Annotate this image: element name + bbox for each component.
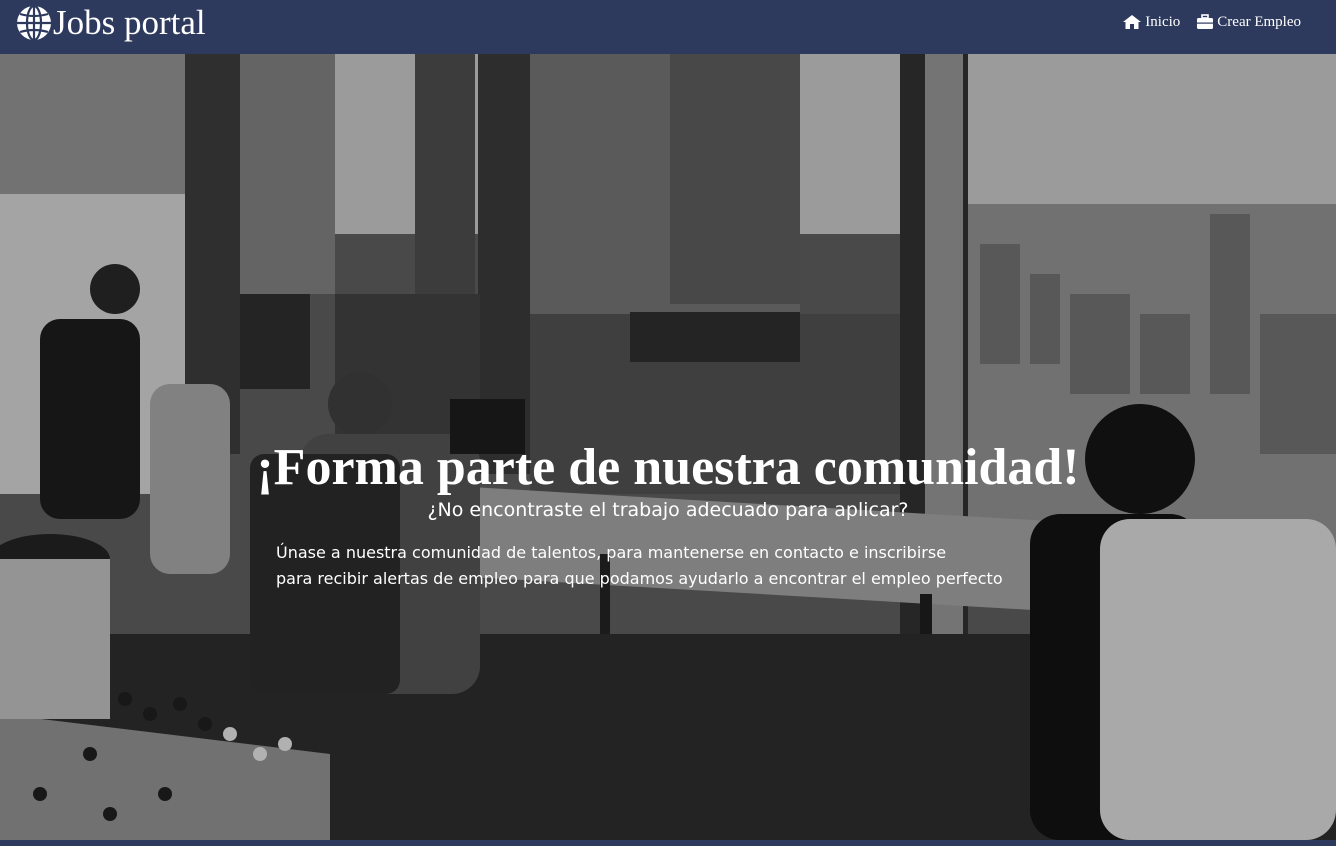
globe-icon: [17, 4, 51, 42]
nav-link-inicio[interactable]: Inicio: [1122, 14, 1180, 31]
hero-body-line-2: para recibir alertas de empleo para que …: [276, 569, 1003, 588]
nav-link-label: Crear Empleo: [1217, 13, 1301, 30]
nav-link-label: Inicio: [1145, 13, 1181, 30]
hero-body: Únase a nuestra comunidad de talentos, p…: [276, 540, 1076, 592]
hero-banner: ¡Forma parte de nuestra comunidad!: [0, 54, 1336, 840]
brand-title: Jobs portal: [53, 3, 206, 42]
bottom-bar: [0, 840, 1336, 846]
nav-link-crear-empleo[interactable]: Crear Empleo: [1196, 14, 1301, 31]
home-icon: [1123, 15, 1142, 29]
navbar: Jobs portal Inicio Crear Empleo: [0, 0, 1336, 54]
hero-subtitle: ¿No encontraste el trabajo adecuado para…: [0, 498, 1336, 522]
brand-link[interactable]: Jobs portal: [15, 2, 206, 44]
hero-body-line-1: Únase a nuestra comunidad de talentos, p…: [276, 543, 947, 562]
hero-subtitle-text: ¿No encontraste el trabajo adecuado para…: [427, 499, 909, 521]
hero-title: ¡Forma parte de nuestra comunidad!: [256, 439, 1080, 496]
briefcase-icon: [1197, 14, 1214, 29]
nav-links: Inicio Crear Empleo: [1106, 11, 1301, 33]
